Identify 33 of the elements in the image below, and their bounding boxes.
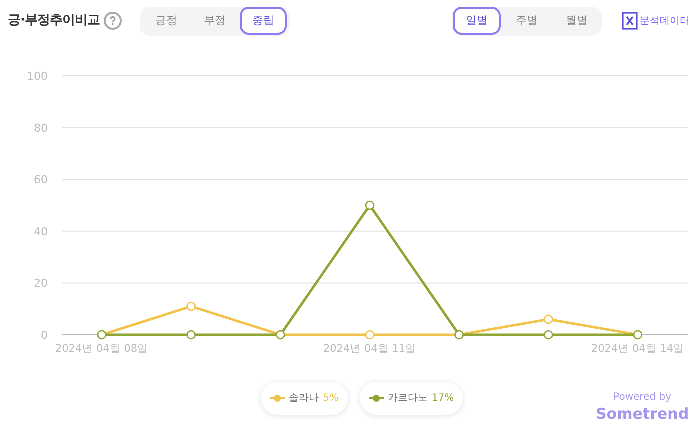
- legend-label: 솔라나: [289, 392, 319, 406]
- y-tick-label: 80: [34, 122, 48, 135]
- legend-label: 카르다노: [388, 392, 428, 406]
- data-point: [365, 200, 375, 210]
- powered-by-text: Powered by: [614, 391, 672, 405]
- legend-share: 5%: [323, 392, 339, 406]
- x-tick-label: 2024년 04월 14일: [591, 343, 685, 355]
- data-point: [544, 314, 554, 324]
- y-tick-label: 60: [34, 174, 48, 187]
- tab[interactable]: 부정: [192, 7, 238, 35]
- data-point: [186, 302, 196, 312]
- x-tick-label: 2024년 04월 08일: [55, 343, 149, 355]
- legend-item[interactable]: 카르다노 17%: [360, 382, 464, 415]
- chart-title: 긍·부정추이비교: [8, 12, 100, 30]
- tab[interactable]: 중립: [240, 7, 287, 35]
- export-button[interactable]: 분석데이터: [622, 12, 690, 30]
- y-tick-label: 0: [41, 329, 48, 342]
- help-icon[interactable]: [104, 12, 122, 30]
- tab[interactable]: 월별: [553, 7, 601, 35]
- data-point: [186, 330, 196, 340]
- tab[interactable]: 긍정: [142, 7, 190, 35]
- brand-logo: Sometrend: [596, 405, 690, 423]
- y-tick-label: 40: [34, 225, 48, 238]
- y-tick-label: 20: [34, 277, 48, 290]
- tab[interactable]: 일별: [453, 7, 501, 35]
- spreadsheet-icon: [622, 12, 638, 30]
- data-point: [544, 330, 554, 340]
- data-point: [365, 330, 375, 340]
- tab[interactable]: 주별: [503, 7, 551, 35]
- y-tick-label: 100: [27, 70, 48, 83]
- legend-share: 17%: [432, 392, 454, 406]
- x-tick-label: 2024년 04월 11일: [323, 343, 417, 355]
- legend-item[interactable]: 솔라나 5%: [261, 382, 348, 415]
